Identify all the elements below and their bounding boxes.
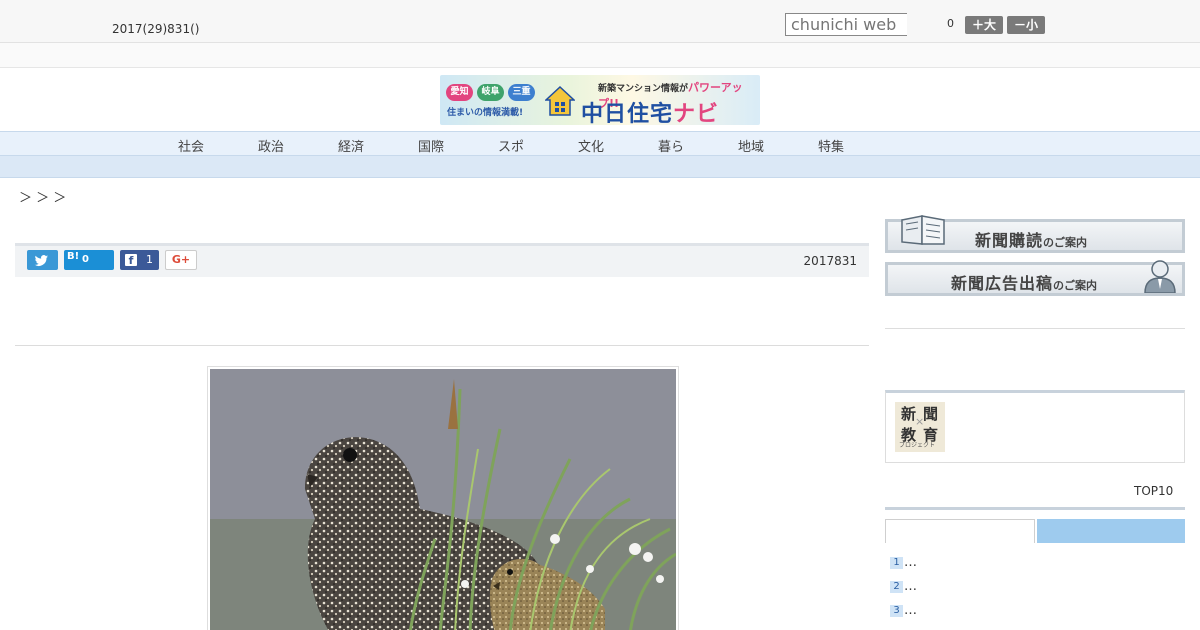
subscription-info-button[interactable]: 新聞購読のご案内 [885,215,1185,253]
sub-header-strip [0,43,1200,68]
nav-item-9[interactable]: 特集 [818,136,844,155]
ranking-tab-2[interactable] [1037,519,1185,543]
banner-title-accent: ナビ [673,102,720,125]
banner-tag-mie: 三重 [508,84,535,101]
nav-item-7[interactable]: 暮ら [658,136,684,155]
businessman-icon [1144,260,1176,293]
advertising-label: 新聞広告出稿のご案内 [951,270,1097,294]
facebook-count: 1 [146,253,153,266]
sidebar-divider [885,328,1185,329]
facebook-share-button[interactable]: f 1 [120,250,159,270]
twitter-icon [34,255,48,266]
banner-title-main: 中日住宅 [581,102,674,125]
font-size-count: 0 [947,17,954,30]
page: 2017(29)831() 0 ＋大 －小 愛知 岐阜 三重 住まいの情報満載!… [0,0,1200,630]
article-photo [207,366,679,630]
ptarmigan-photo-image [210,369,676,630]
advertising-main: 新聞広告出稿 [951,274,1054,293]
google-plus-button[interactable]: G+ [165,250,197,270]
house-icon [545,85,575,116]
banner-subtitle: 住まいの情報満載! [447,108,524,118]
advertising-suffix: のご案内 [1053,279,1098,292]
ranking-text: … [904,579,917,594]
edu-char-2: 聞 [923,405,939,423]
content-divider [15,345,869,346]
ranking-title: TOP10 [1134,484,1174,498]
hatena-bookmark-button[interactable]: B! 0 [64,250,114,270]
ranking-text: … [904,603,917,618]
ranking-tab-1[interactable] [885,519,1035,543]
nav-item-1[interactable]: 社会 [178,136,204,155]
breadcrumb[interactable]: ＞ ＞ ＞ [19,187,66,206]
sub-nav [0,156,1200,178]
header-date: 2017(29)831() [112,22,200,36]
ranking-number: 3 [890,605,903,617]
nav-item-6[interactable]: 文化 [578,136,604,155]
ranking-number: 2 [890,581,903,593]
search-input[interactable] [785,13,907,36]
banner-title: 中日住宅ナビ [581,96,719,125]
nav-item-2[interactable]: 政治 [258,136,284,155]
ranking-number: 1 [890,557,903,569]
banner-tag-gifu: 岐阜 [477,84,504,101]
newspaper-education-box[interactable]: 新 聞 × 教 育 プロジェクト [885,390,1185,463]
top-bar: 2017(29)831() 0 ＋大 －小 [0,0,1200,43]
share-bar: B! 0 f 1 G+ 2017831 [15,243,869,277]
subscription-suffix: のご案内 [1043,236,1088,249]
font-bigger-button[interactable]: ＋大 [965,16,1003,34]
nav-item-4[interactable]: 国際 [418,136,444,155]
housing-navi-banner[interactable]: 愛知 岐阜 三重 住まいの情報満載! 新築マンション情報がパワーアップ!! 中日… [440,75,760,125]
ranking-divider [885,507,1185,510]
nav-item-5[interactable]: スポ [498,136,524,155]
twitter-share-button[interactable] [27,250,58,270]
facebook-icon: f [125,254,137,267]
ranking-text: … [904,555,917,570]
subscription-main: 新聞購読 [975,231,1044,250]
edu-caption: プロジェクト [899,442,936,449]
nav-item-3[interactable]: 経済 [338,136,364,155]
book-icon [901,215,945,245]
subscription-label: 新聞購読のご案内 [975,227,1087,251]
hatena-icon: B! [67,251,80,262]
ranking-item-3[interactable]: 3… [890,603,917,618]
article-date: 2017831 [803,254,857,268]
advertising-info-button[interactable]: 新聞広告出稿のご案内 [885,260,1185,296]
newspaper-education-logo: 新 聞 × 教 育 プロジェクト [895,402,945,452]
edu-char-1: 新 [901,405,917,423]
hatena-count: 0 [82,254,89,265]
main-nav: 社会 政治 経済 国際 スポ 文化 暮ら 地域 特集 [0,131,1200,156]
font-smaller-button[interactable]: －小 [1007,16,1045,34]
nav-item-8[interactable]: 地域 [738,136,764,155]
ranking-item-1[interactable]: 1… [890,555,917,570]
banner-top-label: 新築マンション情報が [598,84,689,94]
ranking-item-2[interactable]: 2… [890,579,917,594]
banner-tag-aichi: 愛知 [446,84,473,101]
